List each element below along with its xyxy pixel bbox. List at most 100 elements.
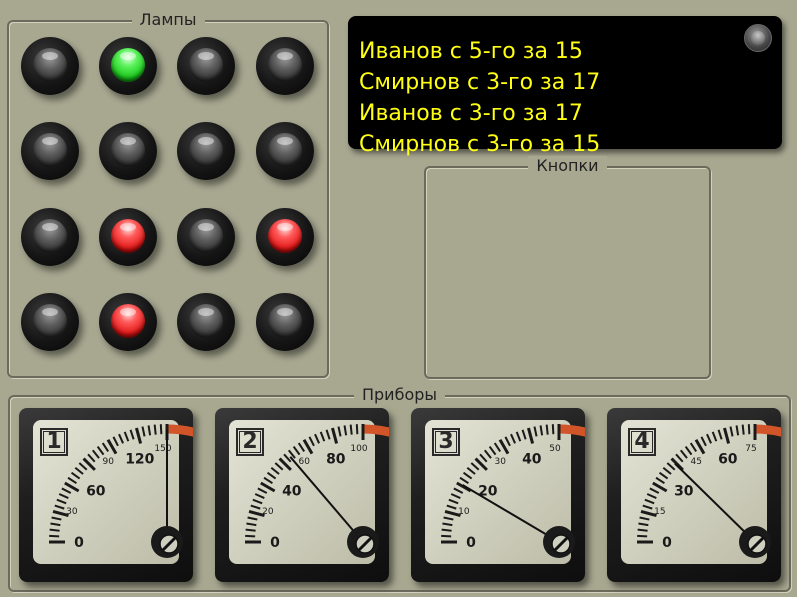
gauge-number: 3 [432, 428, 460, 456]
gauge-tick [245, 528, 256, 532]
gauge-number: 1 [40, 428, 68, 456]
gauge-2: 0 40 80 20 60 100 2 [215, 408, 389, 582]
lamp-core [189, 219, 223, 253]
lamp-off [256, 293, 314, 351]
gauge-minor-label: 75 [745, 444, 756, 454]
gauge-tick [551, 424, 555, 435]
gauge-number: 2 [236, 428, 264, 456]
lamp-red [99, 293, 157, 351]
gauge-major-label: 60 [718, 451, 738, 467]
message-line: Смирнов с 3-го за 17 [359, 70, 601, 95]
gauge-3: 0 20 40 10 30 50 3 [411, 408, 585, 582]
gauge-minor-label: 30 [66, 507, 78, 517]
gauge-major-label: 0 [270, 535, 280, 551]
gauge-minor-label: 150 [154, 444, 171, 454]
lamp-off [177, 122, 235, 180]
buttons-group-title: Кнопки [528, 156, 607, 175]
gauge-tick [355, 424, 359, 435]
lamp-glint [277, 223, 293, 231]
lamp-core [189, 133, 223, 167]
lamp-glint [277, 308, 293, 316]
lamp-off [256, 37, 314, 95]
lamp-core [189, 304, 223, 338]
lamp-core [268, 219, 302, 253]
lamp-off [256, 122, 314, 180]
lamp-off [99, 122, 157, 180]
lamp-glint [277, 52, 293, 60]
lamp-core [111, 133, 145, 167]
lamp-core [268, 304, 302, 338]
gauge-tick [245, 534, 256, 538]
gauge-tick [637, 528, 648, 532]
lamp-off [177, 293, 235, 351]
lamp-green [99, 37, 157, 95]
gauge-number: 4 [628, 428, 656, 456]
lamp-glint [42, 137, 58, 145]
gauge-major-label: 0 [74, 535, 84, 551]
gauge-tick [153, 424, 157, 435]
lamp-glint [198, 52, 214, 60]
lamp-core [33, 48, 67, 82]
gauge-minor-label: 60 [298, 457, 310, 467]
gauge-major-label: 120 [125, 451, 154, 467]
gauge-tick [545, 424, 549, 435]
gauge-tick [49, 534, 60, 538]
lamp-off [21, 122, 79, 180]
lamp-core [189, 48, 223, 82]
lamp-off [177, 208, 235, 266]
lamp-glint [277, 137, 293, 145]
lamp-core [268, 48, 302, 82]
lamp-core [268, 133, 302, 167]
lamp-off [177, 37, 235, 95]
lamp-glint [120, 223, 136, 231]
gauge-major-label: 40 [282, 483, 302, 499]
gauge-tick [349, 424, 353, 435]
gauge-minor-label: 30 [494, 457, 506, 467]
gauge-tick [441, 534, 452, 538]
gauge-4: 0 30 60 15 45 75 4 [607, 408, 781, 582]
lamp-glint [198, 223, 214, 231]
lamp-red [99, 208, 157, 266]
message-clear-button[interactable] [744, 24, 772, 52]
message-line: Иванов с 5-го за 15 [359, 39, 583, 64]
lamp-glint [42, 223, 58, 231]
lamp-core [111, 304, 145, 338]
gauge-tick [747, 424, 751, 435]
gauge-tick [441, 528, 452, 532]
lamp-glint [42, 308, 58, 316]
message-line: Смирнов с 3-го за 15 [359, 132, 601, 157]
gauge-minor-label: 20 [262, 507, 274, 517]
lamp-off [21, 293, 79, 351]
gauge-minor-label: 45 [690, 457, 701, 467]
gauge-1: 0 60 120 30 90 150 1 [19, 408, 193, 582]
lamp-core [33, 133, 67, 167]
lamp-red [256, 208, 314, 266]
lamp-core [33, 304, 67, 338]
gauge-minor-label: 100 [350, 444, 367, 454]
message-list: Иванов с 5-го за 15 Смирнов с 3-го за 17… [348, 16, 782, 157]
gauge-tick [159, 424, 163, 435]
gauge-tick [741, 424, 745, 435]
gauge-minor-label: 50 [549, 444, 561, 454]
lamp-glint [198, 308, 214, 316]
gauge-major-label: 0 [466, 535, 476, 551]
gauge-major-label: 60 [86, 483, 106, 499]
lamp-glint [42, 52, 58, 60]
lamp-glint [120, 52, 136, 60]
lamp-core [33, 219, 67, 253]
lamp-core [111, 219, 145, 253]
gauge-major-label: 40 [522, 451, 542, 467]
gauge-tick [637, 534, 648, 538]
lamps-group: Лампы [7, 10, 329, 378]
buttons-group: Кнопки [424, 156, 711, 379]
gauge-major-label: 0 [662, 535, 672, 551]
lamp-glint [120, 308, 136, 316]
gauge-tick [49, 528, 60, 532]
instruments-group-title: Приборы [353, 385, 446, 404]
gauge-minor-label: 15 [654, 507, 665, 517]
lamp-off [21, 208, 79, 266]
message-line: Иванов с 3-го за 17 [359, 101, 583, 126]
lamp-glint [120, 137, 136, 145]
lamp-off [21, 37, 79, 95]
lamp-core [111, 48, 145, 82]
